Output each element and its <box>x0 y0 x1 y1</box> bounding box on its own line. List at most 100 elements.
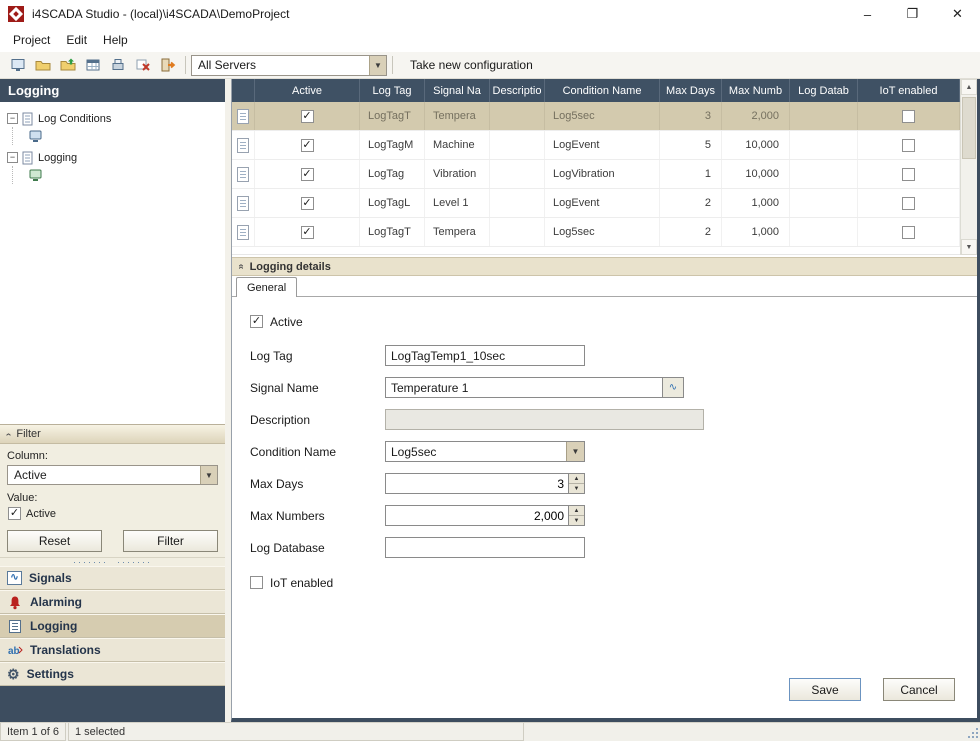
cell-condition-name[interactable]: LogEvent <box>545 131 660 159</box>
iot-checkbox[interactable] <box>902 225 915 239</box>
cell-signal-name[interactable]: Machine <box>425 131 490 159</box>
tree-node-server[interactable] <box>29 127 221 145</box>
cell-log-database[interactable] <box>790 160 858 188</box>
cell-condition-name[interactable]: Log5sec <box>545 102 660 130</box>
row-selector-cell[interactable] <box>232 189 255 217</box>
signal-name-field[interactable] <box>385 377 663 398</box>
grid-scrollbar[interactable]: ▲ ▼ <box>960 79 977 255</box>
minimize-button[interactable]: – <box>845 0 890 28</box>
active-checkbox[interactable] <box>300 138 314 152</box>
cell-log-tag[interactable]: LogTag <box>360 160 425 188</box>
log-database-field[interactable] <box>385 537 585 558</box>
cell-active[interactable] <box>255 131 360 159</box>
exit-door-icon[interactable] <box>155 54 180 77</box>
collapse-icon[interactable]: − <box>7 152 18 163</box>
chevron-down-icon[interactable]: ▼ <box>200 466 217 484</box>
cell-signal-name[interactable]: Tempera <box>425 102 490 130</box>
chevron-down-icon[interactable]: ▼ <box>566 442 584 461</box>
header-condition-name[interactable]: Condition Name <box>545 79 660 102</box>
iot-checkbox[interactable] <box>902 138 915 152</box>
cell-signal-name[interactable]: Vibration <box>425 160 490 188</box>
cell-iot-enabled[interactable] <box>858 160 960 188</box>
filter-section-header[interactable]: ‹ Filter <box>0 424 225 444</box>
row-selector-cell[interactable] <box>232 102 255 130</box>
chevron-down-icon[interactable]: ▼ <box>369 55 386 75</box>
cell-iot-enabled[interactable] <box>858 189 960 217</box>
header-max-days[interactable]: Max Days <box>660 79 722 102</box>
cell-active[interactable] <box>255 218 360 246</box>
row-selector-cell[interactable] <box>232 160 255 188</box>
save-button[interactable]: Save <box>789 678 861 701</box>
cell-iot-enabled[interactable] <box>858 131 960 159</box>
header-log-database[interactable]: Log Datab <box>790 79 858 102</box>
grid-view-icon[interactable] <box>80 54 105 77</box>
cell-log-tag[interactable]: LogTagM <box>360 131 425 159</box>
sidebar-item-logging[interactable]: Logging <box>0 614 225 638</box>
scrollbar-thumb[interactable] <box>962 97 976 159</box>
cell-description[interactable] <box>490 189 545 217</box>
max-days-field[interactable] <box>386 474 568 493</box>
sidebar-item-settings[interactable]: ⚙ Settings <box>0 662 225 686</box>
cell-max-numbers[interactable]: 10,000 <box>722 131 790 159</box>
table-row[interactable]: LogTagL Level 1 LogEvent 2 1,000 <box>232 189 960 218</box>
cell-description[interactable] <box>490 102 545 130</box>
cell-log-database[interactable] <box>790 218 858 246</box>
value-checkbox[interactable] <box>8 507 21 520</box>
cell-max-numbers[interactable]: 1,000 <box>722 189 790 217</box>
import-folder-icon[interactable] <box>55 54 80 77</box>
iot-enabled-row[interactable]: IoT enabled <box>250 572 977 593</box>
scroll-down-icon[interactable]: ▼ <box>961 239 977 255</box>
header-active[interactable]: Active <box>255 79 360 102</box>
cell-max-numbers[interactable]: 2,000 <box>722 102 790 130</box>
reset-button[interactable]: Reset <box>7 530 102 552</box>
delete-icon[interactable] <box>130 54 155 77</box>
cell-log-tag[interactable]: LogTagT <box>360 218 425 246</box>
cell-iot-enabled[interactable] <box>858 102 960 130</box>
logging-details-header[interactable]: « Logging details <box>232 257 977 276</box>
spin-up-icon[interactable]: ▲ <box>569 474 584 484</box>
active-checkbox[interactable] <box>300 196 314 210</box>
cell-max-days[interactable]: 5 <box>660 131 722 159</box>
sidebar-item-alarming[interactable]: Alarming <box>0 590 225 614</box>
header-log-tag[interactable]: Log Tag <box>360 79 425 102</box>
cell-signal-name[interactable]: Tempera <box>425 218 490 246</box>
iot-checkbox[interactable] <box>902 109 915 123</box>
iot-enabled-checkbox[interactable] <box>250 576 263 589</box>
row-selector-cell[interactable] <box>232 131 255 159</box>
tree-node-log-conditions[interactable]: − Log Conditions <box>7 110 221 127</box>
cell-active[interactable] <box>255 189 360 217</box>
cell-max-numbers[interactable]: 10,000 <box>722 160 790 188</box>
value-checkbox-row[interactable]: Active <box>8 507 218 520</box>
close-button[interactable]: ✕ <box>935 0 980 28</box>
menu-help[interactable]: Help <box>95 30 136 50</box>
iot-checkbox[interactable] <box>902 167 915 181</box>
print-export-icon[interactable] <box>105 54 130 77</box>
take-new-configuration-button[interactable]: Take new configuration <box>410 58 533 72</box>
cell-max-days[interactable]: 2 <box>660 218 722 246</box>
cell-description[interactable] <box>490 218 545 246</box>
table-row[interactable]: LogTagT Tempera Log5sec 2 1,000 <box>232 218 960 247</box>
open-folder-icon[interactable] <box>30 54 55 77</box>
cell-log-tag[interactable]: LogTagL <box>360 189 425 217</box>
cell-iot-enabled[interactable] <box>858 218 960 246</box>
column-selector[interactable]: Active ▼ <box>7 465 218 485</box>
cell-signal-name[interactable]: Level 1 <box>425 189 490 217</box>
table-row[interactable]: LogTagT Tempera Log5sec 3 2,000 <box>232 102 960 131</box>
header-signal-name[interactable]: Signal Na <box>425 79 490 102</box>
active-checkbox[interactable] <box>300 109 314 123</box>
cell-active[interactable] <box>255 102 360 130</box>
cell-max-days[interactable]: 3 <box>660 102 722 130</box>
scrollbar-track[interactable] <box>961 95 977 239</box>
cell-log-tag[interactable]: LogTagT <box>360 102 425 130</box>
cell-max-days[interactable]: 1 <box>660 160 722 188</box>
active-checkbox[interactable] <box>300 225 314 239</box>
new-configuration-icon[interactable] <box>5 54 30 77</box>
cell-max-numbers[interactable]: 1,000 <box>722 218 790 246</box>
cell-log-database[interactable] <box>790 102 858 130</box>
cell-active[interactable] <box>255 160 360 188</box>
scroll-up-icon[interactable]: ▲ <box>961 79 977 95</box>
cell-condition-name[interactable]: LogEvent <box>545 189 660 217</box>
tree-node-logging[interactable]: − Logging <box>7 149 221 166</box>
cancel-button[interactable]: Cancel <box>883 678 955 701</box>
condition-name-dropdown[interactable]: Log5sec ▼ <box>385 441 585 462</box>
